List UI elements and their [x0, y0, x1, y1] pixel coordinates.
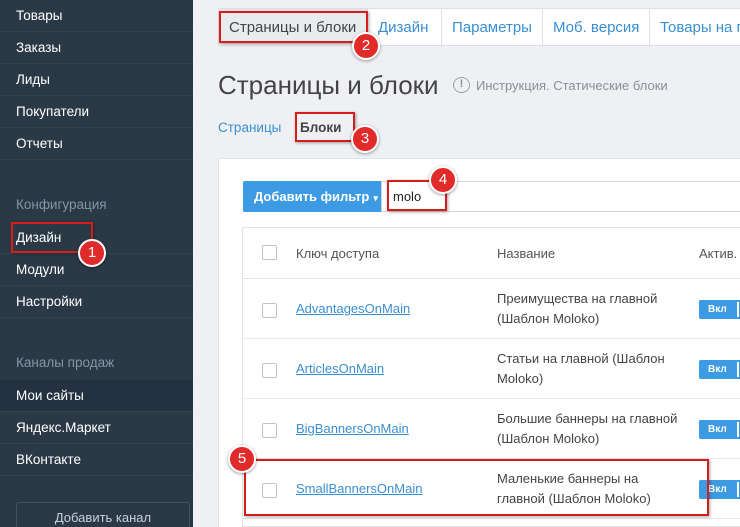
sidebar-section-channels: Каналы продаж	[16, 355, 115, 370]
row-name: Статьи на главной (Шаблон Moloko)	[497, 351, 665, 386]
toggle-label: Вкл	[708, 424, 727, 435]
table-row: ArticlesOnMain Статьи на главной (Шаблон…	[243, 339, 740, 399]
row-access-key-link[interactable]: AdvantagesOnMain	[296, 301, 410, 316]
row-name: Большие баннеры на главной (Шаблон Molok…	[497, 411, 678, 446]
tab-mobile-version[interactable]: Моб. версия	[543, 9, 650, 47]
annotation-badge: 4	[429, 166, 457, 194]
row-checkbox[interactable]	[262, 303, 277, 318]
sidebar-item-yandex-market[interactable]: Яндекс.Маркет	[0, 412, 193, 444]
help-link-label: Инструкция. Статические блоки	[476, 77, 668, 93]
sidebar-section-configuration: Конфигурация	[16, 197, 107, 212]
row-access-key-link[interactable]: ArticlesOnMain	[296, 361, 384, 376]
toggle-divider	[737, 422, 739, 437]
row-checkbox[interactable]	[262, 363, 277, 378]
active-toggle[interactable]: Вкл	[699, 360, 740, 379]
row-name: Преимущества на главной (Шаблон Moloko)	[497, 291, 658, 326]
help-link[interactable]: ! Инструкция. Статические блоки	[453, 77, 668, 93]
annotation-badge: 2	[352, 32, 380, 60]
toggle-label: Вкл	[708, 484, 727, 495]
toggle-divider	[737, 362, 739, 377]
table-row: AdvantagesOnMain Преимущества на главной…	[243, 279, 740, 339]
sidebar-item-customers[interactable]: Покупатели	[0, 96, 193, 128]
toggle-label: Вкл	[708, 364, 727, 375]
active-toggle[interactable]: Вкл	[699, 420, 740, 439]
tab-products-on[interactable]: Товары на г	[650, 9, 740, 47]
highlight-blocks	[295, 112, 355, 142]
tab-parameters[interactable]: Параметры	[442, 9, 543, 47]
toggle-divider	[737, 302, 739, 317]
toggle-divider	[737, 482, 739, 497]
page-title: Страницы и блоки	[218, 70, 439, 100]
chevron-down-icon: ▾	[373, 193, 378, 203]
row-access-key-link[interactable]: BigBannersOnMain	[296, 421, 409, 436]
column-header-active[interactable]: Актив.	[699, 246, 737, 261]
annotation-badge: 3	[351, 125, 379, 153]
sidebar-item-products[interactable]: Товары	[0, 0, 193, 32]
sidebar-item-my-sites[interactable]: Мои сайты	[0, 380, 193, 412]
highlight-small-banners-row	[244, 459, 709, 516]
sidebar-item-orders[interactable]: Заказы	[0, 32, 193, 64]
annotation-badge: 1	[78, 239, 106, 267]
table-row: BigBannersOnMain Большие баннеры на глав…	[243, 399, 740, 459]
add-filter-button[interactable]: Добавить фильтр ▾	[243, 181, 381, 212]
annotation-badge: 5	[228, 445, 256, 473]
column-header-name[interactable]: Название	[497, 246, 555, 261]
sidebar-item-reports[interactable]: Отчеты	[0, 128, 193, 160]
add-channel-button[interactable]: Добавить канал	[16, 502, 190, 527]
sidebar-item-settings[interactable]: Настройки	[0, 286, 193, 318]
table-header: Ключ доступа Название Актив.	[243, 228, 740, 279]
active-toggle[interactable]: Вкл	[699, 300, 740, 319]
sidebar-item-leads[interactable]: Лиды	[0, 64, 193, 96]
highlight-tab-pages-blocks	[219, 11, 368, 43]
row-checkbox[interactable]	[262, 423, 277, 438]
add-filter-label: Добавить фильтр	[254, 189, 370, 204]
select-all-checkbox[interactable]	[262, 245, 277, 260]
info-bubble-icon: !	[453, 77, 470, 93]
subnav-pages[interactable]: Страницы	[218, 120, 281, 135]
toggle-label: Вкл	[708, 304, 727, 315]
column-header-access-key[interactable]: Ключ доступа	[296, 246, 379, 261]
sidebar-item-vkontakte[interactable]: ВКонтакте	[0, 444, 193, 476]
